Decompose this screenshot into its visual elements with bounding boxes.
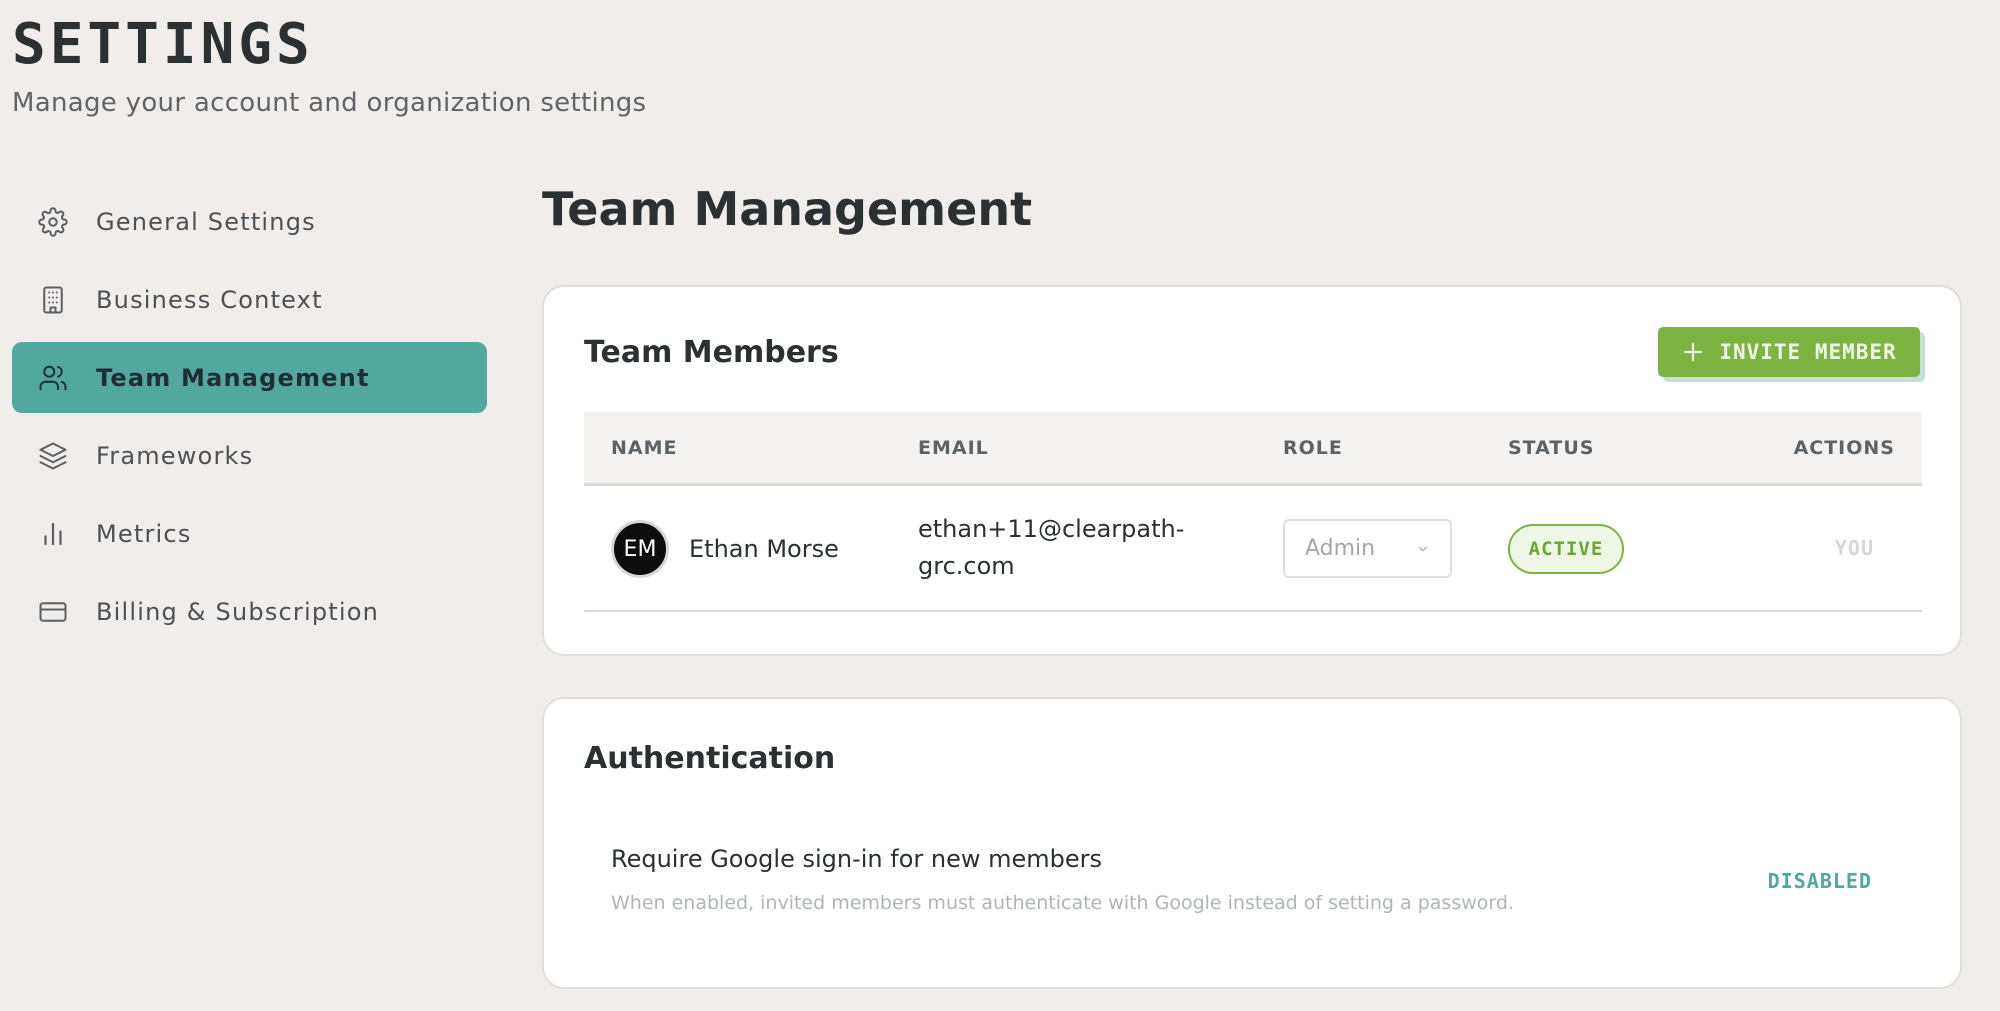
members-table: NAME EMAIL ROLE STATUS ACTIONS EM Ethan … bbox=[584, 412, 1922, 612]
credit-card-icon bbox=[38, 597, 68, 627]
sidebar-item-label: Metrics bbox=[96, 519, 192, 548]
column-header-email[interactable]: EMAIL bbox=[918, 437, 989, 459]
team-members-card: Team Members INVITE MEMBER NAME EMAIL RO… bbox=[542, 285, 1962, 656]
building-icon bbox=[38, 285, 68, 315]
sidebar-item-metrics[interactable]: Metrics bbox=[12, 498, 487, 569]
authentication-title: Authentication bbox=[584, 741, 836, 776]
table-row: EM Ethan Morse ethan+11@clearpath-grc.co… bbox=[584, 486, 1922, 612]
sidebar-item-label: Team Management bbox=[96, 363, 370, 392]
plus-icon bbox=[1684, 342, 1703, 362]
role-select[interactable]: Admin bbox=[1283, 519, 1452, 578]
page-subtitle: Manage your account and organization set… bbox=[12, 88, 647, 118]
sidebar-item-business-context[interactable]: Business Context bbox=[12, 264, 487, 335]
sidebar-item-label: Business Context bbox=[96, 285, 323, 314]
sidebar-item-label: Billing & Subscription bbox=[96, 597, 380, 626]
sidebar-item-label: Frameworks bbox=[96, 441, 254, 470]
current-user-label: YOU bbox=[1834, 536, 1874, 560]
invite-member-label: INVITE MEMBER bbox=[1719, 340, 1897, 364]
sidebar-item-team-management[interactable]: Team Management bbox=[12, 342, 487, 413]
settings-sidebar: General Settings Business Context Team M… bbox=[12, 186, 487, 654]
section-title: Team Management bbox=[542, 182, 1033, 236]
avatar: EM bbox=[611, 520, 669, 578]
users-icon bbox=[38, 363, 68, 393]
member-name: Ethan Morse bbox=[689, 535, 839, 563]
sidebar-item-billing[interactable]: Billing & Subscription bbox=[12, 576, 487, 647]
sidebar-item-frameworks[interactable]: Frameworks bbox=[12, 420, 487, 491]
invite-member-button[interactable]: INVITE MEMBER bbox=[1658, 327, 1920, 377]
sidebar-item-general-settings[interactable]: General Settings bbox=[12, 186, 487, 257]
table-header: NAME EMAIL ROLE STATUS ACTIONS bbox=[584, 412, 1922, 486]
column-header-status[interactable]: STATUS bbox=[1508, 437, 1594, 459]
gear-icon bbox=[38, 206, 68, 237]
column-header-role[interactable]: ROLE bbox=[1283, 437, 1343, 459]
authentication-card: Authentication Require Google sign-in fo… bbox=[542, 697, 1962, 989]
page-title: SETTINGS bbox=[12, 12, 314, 77]
role-select-value: Admin bbox=[1305, 536, 1376, 561]
status-badge: ACTIVE bbox=[1508, 524, 1624, 574]
member-email: ethan+11@clearpath-grc.com bbox=[918, 515, 1185, 580]
column-header-actions[interactable]: ACTIONS bbox=[1794, 437, 1895, 459]
team-members-title: Team Members bbox=[584, 335, 839, 370]
chevron-down-icon bbox=[1418, 546, 1428, 551]
column-header-name[interactable]: NAME bbox=[611, 437, 678, 459]
google-signin-setting-description: When enabled, invited members must authe… bbox=[611, 892, 1514, 914]
google-signin-setting-title: Require Google sign-in for new members bbox=[611, 845, 1103, 873]
member-name-cell: EM Ethan Morse bbox=[611, 520, 839, 578]
sidebar-item-label: General Settings bbox=[96, 207, 316, 236]
google-signin-toggle[interactable]: DISABLED bbox=[1768, 869, 1872, 893]
bar-chart-icon bbox=[38, 519, 68, 549]
layers-icon bbox=[38, 441, 68, 471]
